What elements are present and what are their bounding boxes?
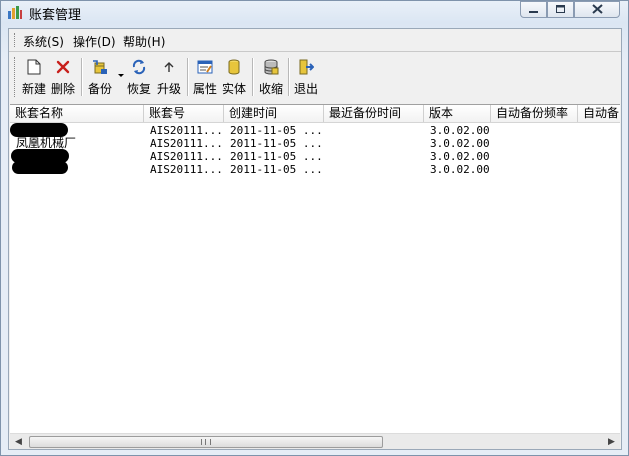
backup-dropdown-arrow[interactable] — [118, 74, 124, 77]
last-backup-time — [330, 150, 424, 163]
last-backup-time — [330, 124, 424, 137]
backup-button-label: 备份 — [87, 82, 112, 96]
table-row[interactable]: 凤凰机械厂 AIS20111... 2011-11-05 ... 3.0.02.… — [10, 137, 620, 150]
backup-frequency — [497, 150, 578, 163]
upgrade-icon — [160, 58, 178, 76]
version: 3.0.02.00 — [430, 163, 490, 176]
restore-icon — [130, 58, 148, 76]
created-time: 2011-11-05 ... — [230, 124, 323, 137]
toolbar-separator — [187, 58, 189, 96]
new-button-label: 新建 — [21, 82, 46, 96]
entity-button-label: 实体 — [221, 82, 246, 96]
column-header-name[interactable]: 账套名称 — [10, 105, 144, 122]
table-row[interactable]: AIS20111... 2011-11-05 ... 3.0.02.00 — [10, 163, 620, 176]
maximize-button[interactable] — [547, 1, 574, 18]
toolbar-separator — [252, 58, 254, 96]
column-header-code[interactable]: 账套号 — [144, 105, 224, 122]
scrollbar-thumb[interactable] — [29, 436, 383, 448]
scroll-left-icon[interactable]: ◀ — [10, 434, 27, 449]
created-time: 2011-11-05 ... — [230, 137, 323, 150]
restore-button[interactable]: 恢复 — [125, 55, 153, 99]
auto-backup — [584, 163, 620, 176]
account-management-window: 账套管理 系统(S) 操作(D) 帮助(H) 新建 删除 备份 恢复 升级 属性… — [0, 0, 629, 456]
menu-separator — [9, 51, 621, 52]
created-time: 2011-11-05 ... — [230, 150, 323, 163]
exit-icon — [297, 58, 315, 76]
window-title: 账套管理 — [29, 8, 82, 23]
grip-icon — [201, 439, 211, 445]
backup-frequency — [497, 124, 578, 137]
menu-grip[interactable] — [14, 33, 17, 47]
shrink-button-label: 收缩 — [258, 82, 283, 96]
toolbar: 新建 删除 备份 恢复 升级 属性 实体 收缩 退出 — [9, 53, 621, 101]
delete-button-label: 删除 — [50, 82, 75, 96]
horizontal-scrollbar[interactable]: ◀ ▶ — [10, 433, 620, 449]
last-backup-time — [330, 137, 424, 150]
account-code: AIS20111... — [150, 163, 223, 176]
table-row[interactable]: AIS20111... 2011-11-05 ... 3.0.02.00 — [10, 124, 620, 137]
column-header-backup-freq[interactable]: 自动备份频率 — [491, 105, 578, 122]
properties-icon — [196, 58, 214, 76]
close-button[interactable] — [574, 1, 620, 18]
upgrade-button[interactable]: 升级 — [155, 55, 183, 99]
created-time: 2011-11-05 ... — [230, 163, 323, 176]
version: 3.0.02.00 — [430, 137, 490, 150]
exit-button[interactable]: 退出 — [292, 55, 320, 99]
entity-button[interactable]: 实体 — [220, 55, 248, 99]
column-header-auto-backup[interactable]: 自动备 — [578, 105, 620, 122]
new-file-icon — [25, 58, 43, 76]
shrink-icon — [262, 58, 280, 76]
column-header-created[interactable]: 创建时间 — [224, 105, 324, 122]
client-area: 系统(S) 操作(D) 帮助(H) 新建 删除 备份 恢复 升级 属性 实体 收… — [8, 28, 622, 450]
menu-operation[interactable]: 操作(D) — [73, 33, 116, 50]
auto-backup — [584, 124, 620, 137]
new-button[interactable]: 新建 — [21, 55, 47, 99]
redaction-mark — [10, 123, 68, 137]
exit-button-label: 退出 — [293, 82, 318, 96]
entity-icon — [225, 58, 243, 76]
redaction-mark — [12, 161, 68, 174]
minimize-icon — [528, 4, 539, 16]
menu-help[interactable]: 帮助(H) — [123, 33, 165, 50]
version: 3.0.02.00 — [430, 150, 490, 163]
backup-button[interactable]: 备份 — [86, 55, 114, 99]
list-header: 账套名称 账套号 创建时间 最近备份时间 版本 自动备份频率 自动备 — [10, 105, 620, 123]
toolbar-separator — [81, 58, 83, 96]
menu-bar: 系统(S) 操作(D) 帮助(H) — [9, 29, 621, 51]
shrink-button[interactable]: 收缩 — [257, 55, 285, 99]
last-backup-time — [330, 163, 424, 176]
app-chart-icon — [7, 5, 23, 19]
account-list[interactable]: 账套名称 账套号 创建时间 最近备份时间 版本 自动备份频率 自动备 AIS20… — [10, 104, 620, 449]
account-code: AIS20111... — [150, 150, 223, 163]
account-code: AIS20111... — [150, 137, 223, 150]
close-icon — [591, 3, 603, 16]
scroll-right-icon[interactable]: ▶ — [603, 434, 620, 449]
delete-button[interactable]: 删除 — [49, 55, 77, 99]
restore-button-label: 恢复 — [126, 82, 151, 96]
account-code: AIS20111... — [150, 124, 223, 137]
delete-x-icon — [54, 58, 72, 76]
properties-button[interactable]: 属性 — [191, 55, 219, 99]
column-header-last-backup[interactable]: 最近备份时间 — [324, 105, 424, 122]
minimize-button[interactable] — [520, 1, 547, 18]
toolbar-separator — [288, 58, 290, 96]
table-row[interactable]: AIS20111... 2011-11-05 ... 3.0.02.00 — [10, 150, 620, 163]
backup-frequency — [497, 163, 578, 176]
auto-backup — [584, 137, 620, 150]
toolbar-grip[interactable] — [14, 57, 17, 97]
menu-system[interactable]: 系统(S) — [23, 33, 64, 50]
backup-icon — [91, 58, 109, 76]
title-bar[interactable]: 账套管理 — [1, 1, 628, 25]
backup-frequency — [497, 137, 578, 150]
properties-button-label: 属性 — [192, 82, 217, 96]
upgrade-button-label: 升级 — [156, 82, 181, 96]
maximize-icon — [555, 4, 566, 16]
auto-backup — [584, 150, 620, 163]
version: 3.0.02.00 — [430, 124, 490, 137]
column-header-version[interactable]: 版本 — [424, 105, 491, 122]
